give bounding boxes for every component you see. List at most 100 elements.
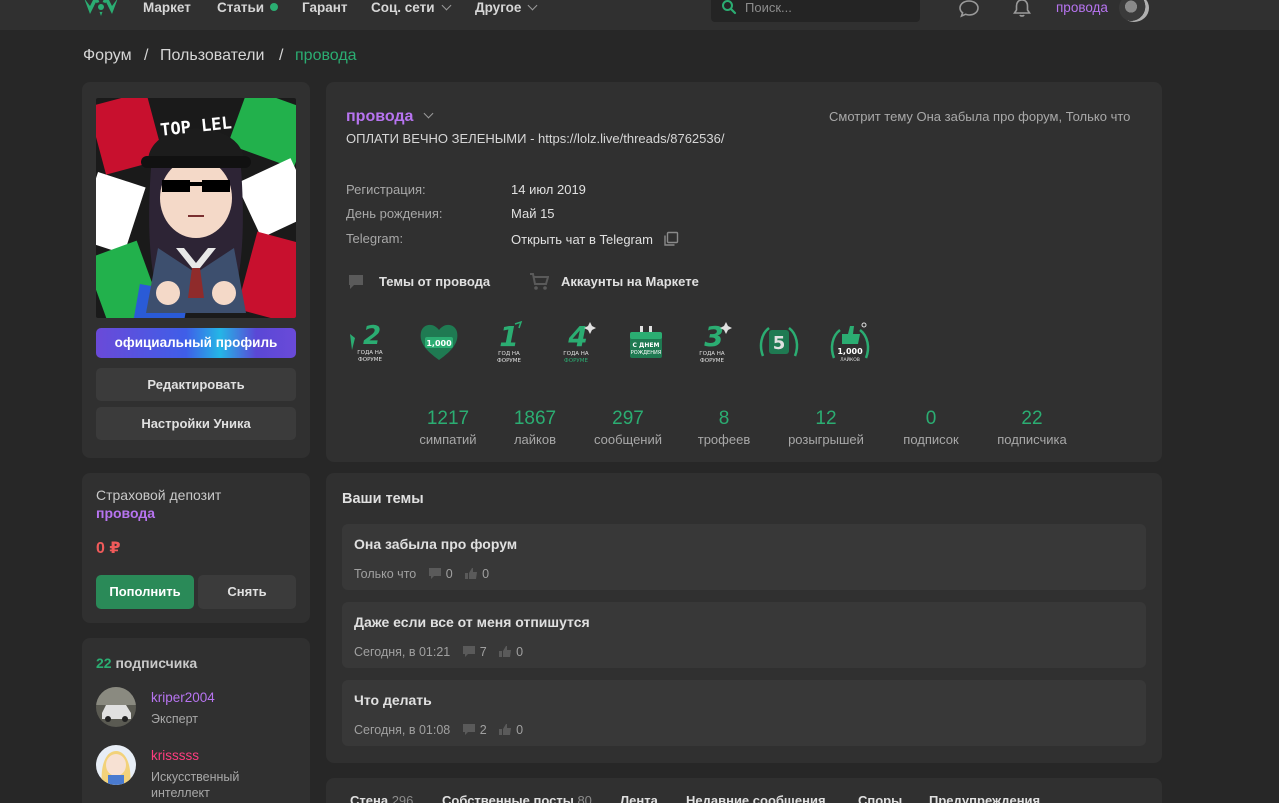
cart-icon	[530, 273, 549, 290]
svg-text:4: 4	[567, 320, 587, 353]
stat-following-value[interactable]: 0	[881, 408, 981, 430]
tab-wall[interactable]: Стена 296	[350, 793, 413, 803]
thumbs-up-icon	[499, 646, 512, 657]
info-value-birthday: Май 15	[511, 206, 555, 221]
thread-item[interactable]: Даже если все от меня отпишутся Сегодня,…	[342, 602, 1146, 668]
profile-username[interactable]: провода	[346, 107, 434, 126]
stat-followers-value[interactable]: 22	[982, 408, 1082, 430]
stat-giveaways-label: розыгрышей	[788, 432, 864, 447]
subscriber-name[interactable]: krisssss	[151, 748, 199, 764]
stat-giveaways-value[interactable]: 12	[776, 408, 876, 430]
thread-likes-count: 0	[516, 723, 524, 737]
tab-label: Собственные посты	[442, 793, 574, 803]
official-profile-badge[interactable]: официальный профиль	[96, 328, 296, 358]
thread-item[interactable]: Что делать Сегодня, в 01:08 2 0	[342, 680, 1146, 746]
thread-title[interactable]: Что делать	[354, 692, 432, 709]
stat-likes-value[interactable]: 1867	[485, 408, 585, 430]
info-value-registration: 14 июл 2019	[511, 182, 586, 197]
subscriber-avatar[interactable]	[96, 687, 136, 727]
thread-comments-count: 7	[479, 645, 487, 659]
online-dot-icon	[270, 3, 279, 11]
svg-text:ФОРУМЕ: ФОРУМЕ	[700, 358, 724, 364]
tab-label: Недавние сообщения	[686, 793, 826, 803]
trophy-2-years-icon[interactable]: 2 ГОДА НА ФОРУМЕ	[348, 320, 392, 364]
tab-recent-messages[interactable]: Недавние сообщения	[686, 793, 826, 803]
tab-label: Стена	[350, 793, 389, 803]
chevron-down-icon	[527, 0, 538, 11]
thread-title[interactable]: Она забыла про форум	[354, 536, 517, 553]
tab-label: Предупреждения	[929, 793, 1041, 803]
tab-feed[interactable]: Лента	[620, 793, 658, 803]
thread-time: Только что	[354, 567, 417, 581]
telegram-link-text: Открыть чат в Telegram	[511, 232, 653, 247]
nav-item-other[interactable]: Другое	[475, 0, 538, 18]
telegram-link[interactable]: Открыть чат в Telegram	[511, 231, 679, 248]
thread-title[interactable]: Даже если все от меня отпишутся	[354, 614, 590, 631]
messages-icon[interactable]	[958, 0, 980, 18]
svg-text:5: 5	[773, 333, 786, 354]
breadcrumb-users[interactable]: Пользователи	[160, 46, 264, 66]
svg-text:1: 1	[499, 320, 518, 353]
link-label: Темы от провода	[379, 274, 491, 289]
profile-avatar[interactable]: TOP LEL	[96, 98, 296, 318]
thread-item[interactable]: Она забыла про форум Только что 0 0	[342, 524, 1146, 590]
activity-status[interactable]: Смотрит тему Она забыла про форум, Тольк…	[829, 109, 1130, 125]
nav-item-social[interactable]: Соц. сети	[371, 0, 451, 18]
subscriber-role: Эксперт	[151, 712, 198, 726]
trophy-1-year-icon[interactable]: 1 ГОД НА ФОРУМЕ	[487, 320, 531, 364]
trophy-birthday-icon[interactable]: С ДНЕМ РОЖДЕНИЯ	[624, 320, 668, 364]
trophy-3-years-icon[interactable]: 3 ГОДА НА ФОРУМЕ	[690, 320, 734, 364]
stat-sympathies-value[interactable]: 1217	[398, 408, 498, 430]
stat-sympathies-label: симпатий	[419, 432, 477, 447]
deposit-username[interactable]: провода	[96, 505, 155, 522]
svg-text:ЛАЙКОВ: ЛАЙКОВ	[840, 356, 860, 363]
withdraw-button[interactable]: Снять	[198, 575, 296, 609]
svg-text:ГОДА НА: ГОДА НА	[357, 350, 383, 356]
nav-item-articles[interactable]: Статьи	[217, 0, 279, 18]
stat-following-label: подписок	[903, 432, 959, 447]
copy-icon[interactable]	[663, 231, 679, 247]
svg-text:ФОРУМЕ: ФОРУМЕ	[358, 357, 382, 363]
comment-icon	[428, 568, 441, 579]
subscriber-avatar[interactable]	[96, 745, 136, 785]
tab-disputes[interactable]: Споры	[858, 793, 902, 803]
car-avatar-icon	[96, 687, 136, 727]
stat-messages-value[interactable]: 297	[578, 408, 678, 430]
breadcrumb-current: провода	[295, 47, 357, 64]
tab-label: Споры	[858, 793, 903, 803]
search-input[interactable]	[745, 0, 915, 16]
current-username[interactable]: провода	[1056, 0, 1108, 16]
subscribers-title[interactable]: 22 подписчика	[96, 655, 197, 672]
subscribers-label: подписчика	[115, 655, 198, 671]
topup-button[interactable]: Пополнить	[96, 575, 194, 609]
search-box[interactable]	[711, 0, 920, 22]
tab-own-posts[interactable]: Собственные посты 80	[442, 793, 592, 803]
subscriber-name[interactable]: kriper2004	[151, 690, 215, 706]
bell-icon[interactable]	[1011, 0, 1033, 18]
thread-likes-count: 0	[516, 645, 524, 659]
thread-meta: Только что 0 0	[354, 566, 489, 582]
current-user-avatar[interactable]	[1119, 0, 1149, 22]
edit-profile-button[interactable]: Редактировать	[96, 368, 296, 401]
trophy-1000-likes-icon[interactable]: 1,000 ЛАЙКОВ	[828, 320, 872, 364]
thumbs-up-icon	[465, 568, 478, 579]
tab-warnings[interactable]: Предупреждения	[929, 793, 1040, 803]
tab-count: 80	[577, 793, 592, 803]
tab-count: 296	[391, 793, 414, 803]
stat-trophies-value[interactable]: 8	[674, 408, 774, 430]
trophy-1000-heart-icon[interactable]: 1,000	[417, 320, 461, 364]
breadcrumb-forum[interactable]: Форум	[83, 46, 132, 66]
unique-settings-button[interactable]: Настройки Уника	[96, 407, 296, 440]
thread-comments-count: 0	[445, 567, 453, 581]
nav-label: Гарант	[302, 0, 348, 15]
trophy-5-laurel-icon[interactable]: 5	[757, 320, 801, 364]
site-logo-icon[interactable]	[82, 0, 120, 22]
search-icon	[722, 0, 737, 15]
trophy-4-years-icon[interactable]: 4 ГОДА НА ФОРУМЕ	[554, 320, 598, 364]
svg-text:3: 3	[704, 320, 723, 353]
thread-meta: Сегодня, в 01:21 7 0	[354, 644, 523, 660]
nav-item-market[interactable]: Маркет	[143, 0, 191, 18]
comment-icon	[462, 646, 475, 657]
svg-text:РОЖДЕНИЯ: РОЖДЕНИЯ	[631, 350, 661, 356]
nav-item-guarantor[interactable]: Гарант	[302, 0, 348, 18]
